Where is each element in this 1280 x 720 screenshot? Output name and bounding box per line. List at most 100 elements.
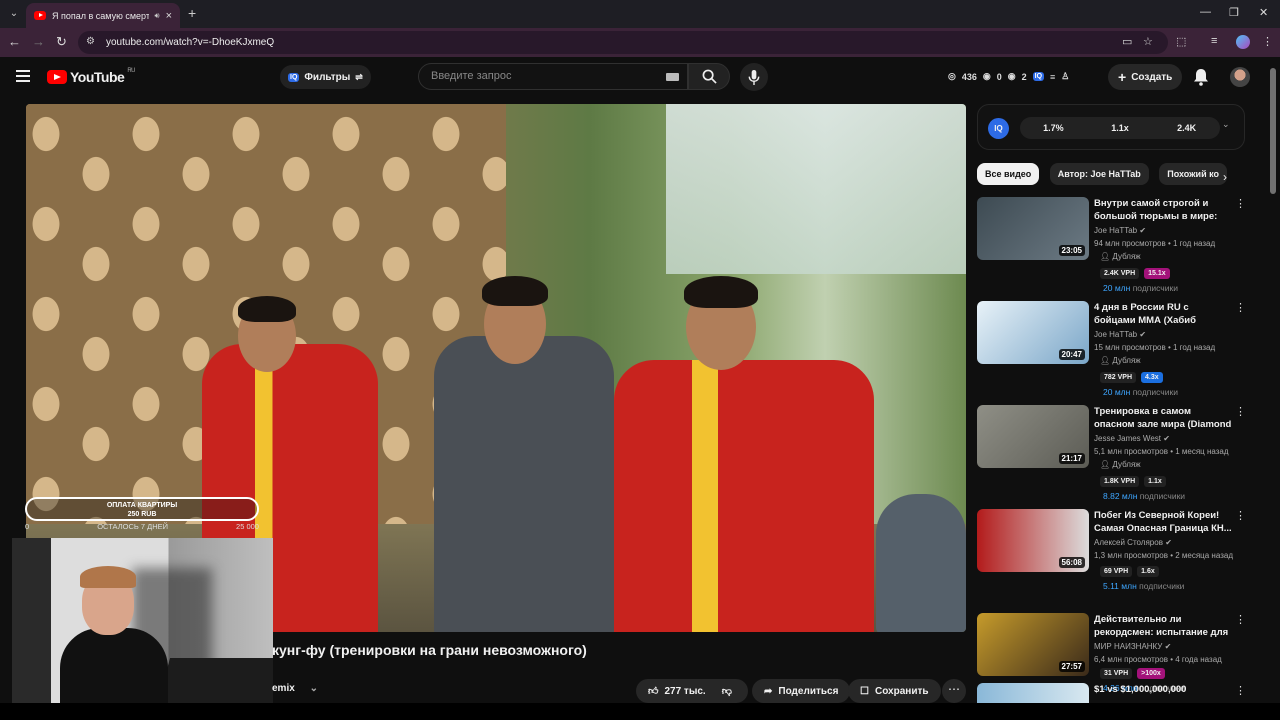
dub-icon: 👤︎ (1100, 356, 1111, 365)
browser-menu-icon[interactable]: ⋮ (1262, 35, 1273, 48)
recommendation-item[interactable]: 20:47 4 дня в России RU с бойцами ММА (Х… (977, 301, 1247, 405)
video-thumbnail[interactable]: 21:17 (977, 405, 1089, 468)
dislike-icon[interactable]: 👎︎ (722, 685, 732, 697)
video-frame-sky (666, 104, 966, 274)
youtube-logo[interactable]: YouTube RU (47, 68, 135, 85)
menu-icon[interactable] (16, 70, 30, 85)
duration-badge: 27:57 (1058, 661, 1085, 672)
youtube-logo-icon (47, 70, 67, 84)
extension-stats[interactable]: ◎ 436 ◉ 0 ◉ 2 IQ ≡ ♙ (948, 71, 1069, 82)
profile-avatar[interactable] (1236, 35, 1250, 49)
recommendation-item[interactable]: 56:08 Побег Из Северной Кореи! Самая Опа… (977, 509, 1247, 613)
voice-search-button[interactable] (740, 63, 768, 91)
chevron-down-icon[interactable]: ⌄ (1222, 119, 1230, 130)
create-button[interactable]: + Создать (1108, 64, 1183, 90)
logo-text: YouTube (70, 69, 125, 85)
minimize-button[interactable]: — (1200, 6, 1211, 18)
rec-title[interactable]: 4 дня в России RU с бойцами ММА (Хабиб Н… (1094, 301, 1232, 327)
vph-row: 69 VPH 1.6x (1100, 566, 1159, 577)
rec-menu-icon[interactable]: ⋮ (1235, 303, 1246, 314)
video-thumbnail[interactable]: 27:57 (977, 613, 1089, 676)
address-bar[interactable]: ⚙︎ youtube.com/watch?v=-DhoeKJxmeQ (78, 31, 1168, 54)
recommendation-item[interactable]: 23:05 Внутри самой строгой и большой тюр… (977, 197, 1247, 301)
browser-toolbar: ← → ↻ ⚙︎ youtube.com/watch?v=-DhoeKJxmeQ… (0, 28, 1280, 57)
channel-name[interactable]: emix ⌄ (272, 683, 318, 694)
new-tab-button[interactable]: + (188, 5, 196, 21)
chip-similar[interactable]: Похожий ко (1159, 163, 1227, 185)
save-button[interactable]: ☐ Сохранить (848, 679, 941, 703)
goal-subline: 0 ОСТАЛОСЬ 7 ДНЕЙ 25 000 (25, 522, 259, 531)
filters-button[interactable]: IQ Фильтры ⇌ (280, 65, 371, 89)
video-thumbnail[interactable] (977, 683, 1089, 703)
extensions-icon[interactable]: ⬚ (1176, 35, 1186, 48)
rec-menu-icon[interactable]: ⋮ (1235, 199, 1246, 210)
rec-channel-name: Алексей Столяров (1094, 538, 1163, 547)
microphone-icon (748, 69, 760, 85)
dub-text: Дубляж (1112, 356, 1141, 365)
rec-channel[interactable]: Joe HaTTab ✔︎ (1094, 226, 1146, 235)
back-button[interactable]: ← (8, 35, 21, 49)
save-label: Сохранить (874, 685, 929, 697)
site-info-icon[interactable]: ⚙︎ (86, 36, 95, 47)
rec-channel[interactable]: Jesse James West ✔︎ (1094, 434, 1170, 443)
bookmark-star-icon[interactable]: ☆ (1143, 35, 1153, 48)
search-input[interactable]: Введите запрос (418, 63, 688, 90)
rec-channel[interactable]: МИР НАИЗНАНКУ ✔︎ (1094, 642, 1171, 651)
recommendation-chips: Все видео Автор: Joe HaTTab Похожий ко (977, 163, 1239, 185)
cast-icon[interactable]: ▭ (1122, 35, 1132, 48)
keyboard-icon[interactable] (666, 73, 679, 81)
browser-tab-active[interactable]: Я попал в самую смертоно 🔊︎ × (26, 3, 180, 28)
tab-close-button[interactable]: × (166, 10, 172, 22)
plus-icon: + (1118, 69, 1127, 85)
rec-menu-icon[interactable]: ⋮ (1235, 407, 1246, 418)
rec-menu-icon[interactable]: ⋮ (1235, 511, 1246, 522)
rec-menu-icon[interactable]: ⋮ (1235, 684, 1246, 697)
dub-label: 👤︎ Дубляж (1100, 460, 1141, 469)
rec-title[interactable]: Тренировка в самом опасном зале мира (Di… (1094, 405, 1232, 431)
rec-menu-icon[interactable]: ⋮ (1235, 615, 1246, 626)
video-frame-hair (684, 276, 758, 308)
iq-logo[interactable]: IQ (988, 118, 1009, 139)
duration-badge: 20:47 (1058, 349, 1085, 360)
chip-all-videos[interactable]: Все видео (977, 163, 1040, 185)
rec-title[interactable]: $1 vs $1,000,000,000 (1094, 684, 1186, 695)
puzzle-icon[interactable]: ♙ (1061, 71, 1069, 82)
reload-button[interactable]: ↻ (56, 35, 67, 49)
video-thumbnail[interactable]: 23:05 (977, 197, 1089, 260)
vph-row: 782 VPH 4.3x (1100, 372, 1163, 383)
rec-channel[interactable]: Алексей Столяров ✔︎ (1094, 538, 1172, 547)
rec-meta: 15 млн просмотров • 1 год назад (1094, 343, 1216, 352)
list-icon[interactable]: ≡ (1050, 72, 1055, 82)
chevron-right-icon[interactable]: › (1223, 170, 1227, 184)
dub-text: Дубляж (1112, 252, 1141, 261)
close-window-button[interactable]: ✕ (1259, 6, 1268, 19)
more-actions-button[interactable]: ⋯ (942, 679, 966, 703)
video-thumbnail[interactable]: 20:47 (977, 301, 1089, 364)
restore-button[interactable]: ❐ (1229, 6, 1239, 19)
rec-title[interactable]: Побег Из Северной Кореи! Самая Опасная Г… (1094, 509, 1232, 535)
dub-label: 👤︎ Дубляж (1100, 252, 1141, 261)
notifications-bell-icon[interactable] (1193, 68, 1209, 86)
ratio-badge: 15.1x (1144, 268, 1170, 279)
chip-author[interactable]: Автор: Joe HaTTab (1049, 163, 1149, 185)
rec-title[interactable]: Внутри самой строгой и большой тюрьмы в … (1094, 197, 1232, 223)
subs-number: 20 млн (1103, 283, 1131, 293)
url-text: youtube.com/watch?v=-DhoeKJxmeQ (106, 37, 275, 48)
vph-badge: 1.8K VPH (1100, 476, 1140, 487)
recommendation-item[interactable]: 21:17 Тренировка в самом опасном зале ми… (977, 405, 1247, 509)
tab-search-button[interactable]: ⌄ (6, 6, 22, 22)
donation-goal-bar: ОПЛАТА КВАРТИРЫ 250 RUB (25, 497, 259, 521)
page-scrollbar[interactable] (1270, 68, 1276, 194)
like-dislike-group[interactable]: 👍︎ 277 тыс. 👎︎ (636, 679, 748, 703)
user-avatar[interactable] (1230, 67, 1250, 87)
like-icon[interactable]: 👍︎ (648, 685, 658, 697)
ratio-badge: 1.6x (1137, 566, 1159, 577)
forward-button[interactable]: → (32, 35, 45, 49)
video-thumbnail[interactable]: 56:08 (977, 509, 1089, 572)
rec-title[interactable]: Действительно ли рекордсмен: испытание д… (1094, 613, 1232, 639)
search-button[interactable] (688, 63, 730, 90)
speaker-icon[interactable]: 🔊︎ (155, 11, 160, 21)
media-control-icon[interactable]: ≡ (1211, 35, 1217, 47)
rec-channel[interactable]: Joe HaTTab ✔︎ (1094, 330, 1146, 339)
share-button[interactable]: ➦ Поделиться (752, 679, 851, 703)
